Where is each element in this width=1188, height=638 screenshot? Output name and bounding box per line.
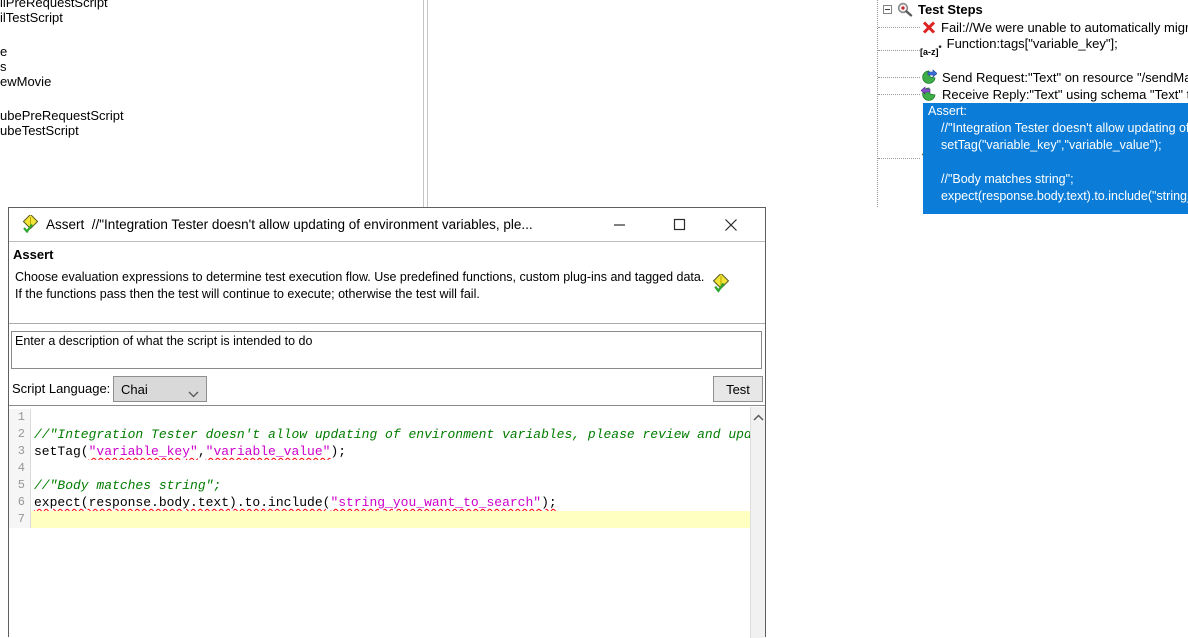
tree-item[interactable]: ewMovie: [0, 74, 51, 89]
assert-dialog: Assert //"Integration Tester doesn't all…: [8, 207, 766, 637]
assert-block-line: //"Integration Tester doesn't allow upda…: [923, 120, 1188, 137]
tree-item[interactable]: ubePreRequestScript: [0, 108, 124, 123]
line-number: 6: [9, 494, 31, 511]
line-code: setTag("variable_key","variable_value");: [31, 443, 750, 460]
tree-guide-line: [877, 0, 878, 207]
minimize-button[interactable]: [597, 208, 641, 241]
send-request-icon: [921, 69, 937, 85]
editor-line[interactable]: 4: [9, 460, 750, 477]
script-language-select[interactable]: Chai: [113, 376, 207, 402]
function-regex-icon: [a-z]*: [920, 44, 942, 57]
line-number: 5: [9, 477, 31, 494]
line-number: 1: [9, 409, 31, 426]
line-number: 2: [9, 426, 31, 443]
dialog-description-line1: Choose evaluation expressions to determi…: [15, 270, 704, 284]
assert-block-line: setTag("variable_key","variable_value");: [923, 137, 1188, 154]
script-language-row: Script Language: Chai Test: [9, 373, 765, 405]
step-function-label: Function:tags["variable_key"];: [947, 36, 1118, 51]
chevron-down-icon: [188, 386, 199, 401]
assert-step-selected[interactable]: Assert://"Integration Tester doesn't all…: [923, 103, 1188, 214]
line-code: //"Integration Tester doesn't allow upda…: [31, 426, 750, 443]
line-code: [31, 511, 750, 528]
assert-diamond-icon: [21, 215, 40, 234]
step-receive-reply-label: Receive Reply:"Text" using schema "Text"…: [942, 87, 1188, 102]
dialog-description-line2: If the functions pass then the test will…: [15, 287, 480, 301]
editor-line[interactable]: 7: [9, 511, 750, 528]
step-receive-reply[interactable]: Receive Reply:"Text" using schema "Text"…: [921, 86, 1188, 102]
editor-line[interactable]: 1: [9, 409, 750, 426]
assert-block-line: Assert:: [923, 103, 1188, 120]
step-function[interactable]: [a-z]* Function:tags["variable_key"];: [920, 38, 1118, 53]
assert-block-line: expect(response.body.text).to.include("s…: [923, 188, 1188, 205]
tree-item[interactable]: s: [0, 59, 7, 74]
line-code: //"Body matches string";: [31, 477, 750, 494]
test-steps-root-node[interactable]: Test Steps: [883, 2, 983, 17]
line-number: 7: [9, 511, 31, 528]
line-code: expect(response.body.text).to.include("s…: [31, 494, 750, 511]
editor-line[interactable]: 5//"Body matches string";: [9, 477, 750, 494]
assert-block-line: [923, 154, 1188, 171]
dialog-header-section: Assert Choose evaluation expressions to …: [9, 242, 765, 324]
maximize-button[interactable]: [657, 208, 701, 241]
dialog-title: Assert //"Integration Tester doesn't all…: [46, 217, 594, 232]
step-fail[interactable]: Fail://We were unable to automatically m…: [922, 20, 1188, 35]
line-code: [31, 409, 750, 426]
tree-guide-line: [878, 50, 920, 51]
editor-line[interactable]: 6expect(response.body.text).to.include("…: [9, 494, 750, 511]
step-send-request[interactable]: Send Request:"Text" on resource "/sendMa…: [921, 69, 1188, 85]
script-code-editor[interactable]: 12//"Integration Tester doesn't allow up…: [9, 405, 765, 638]
receive-reply-icon: [921, 86, 937, 102]
script-description-field[interactable]: Enter a description of what the script i…: [11, 331, 762, 369]
dialog-heading: Assert: [13, 247, 53, 262]
close-icon[interactable]: [709, 208, 753, 241]
tree-guide-line: [878, 27, 920, 28]
tree-item[interactable]: ilPreRequestScript: [0, 0, 108, 10]
dialog-titlebar[interactable]: Assert //"Integration Tester doesn't all…: [9, 208, 765, 242]
test-button[interactable]: Test: [713, 376, 763, 402]
editor-line[interactable]: 2//"Integration Tester doesn't allow upd…: [9, 426, 750, 443]
step-send-request-label: Send Request:"Text" on resource "/sendMa…: [942, 70, 1188, 85]
editor-scrollbar[interactable]: [750, 407, 765, 638]
tree-item[interactable]: ilTestScript: [0, 10, 63, 25]
script-language-label: Script Language:: [12, 381, 110, 396]
scroll-up-icon[interactable]: [753, 411, 764, 426]
editor-line[interactable]: 3setTag("variable_key","variable_value")…: [9, 443, 750, 460]
tree-guide-line: [878, 158, 920, 159]
step-fail-label: Fail://We were unable to automatically m…: [941, 20, 1188, 35]
tree-guide-line: [878, 94, 920, 95]
assert-diamond-icon: [711, 274, 731, 299]
test-steps-root-label: Test Steps: [918, 2, 983, 17]
fail-icon: [922, 21, 936, 34]
magnifier-icon: [897, 2, 913, 17]
tree-item[interactable]: e: [0, 44, 7, 59]
collapse-minus-icon[interactable]: [883, 5, 892, 14]
line-code: [31, 460, 750, 477]
assert-block-line: //"Body matches string";: [923, 171, 1188, 188]
line-number: 3: [9, 443, 31, 460]
tree-item[interactable]: ubeTestScript: [0, 123, 79, 138]
tree-guide-line: [878, 77, 920, 78]
line-number: 4: [9, 460, 31, 477]
script-language-value: Chai: [121, 382, 148, 397]
